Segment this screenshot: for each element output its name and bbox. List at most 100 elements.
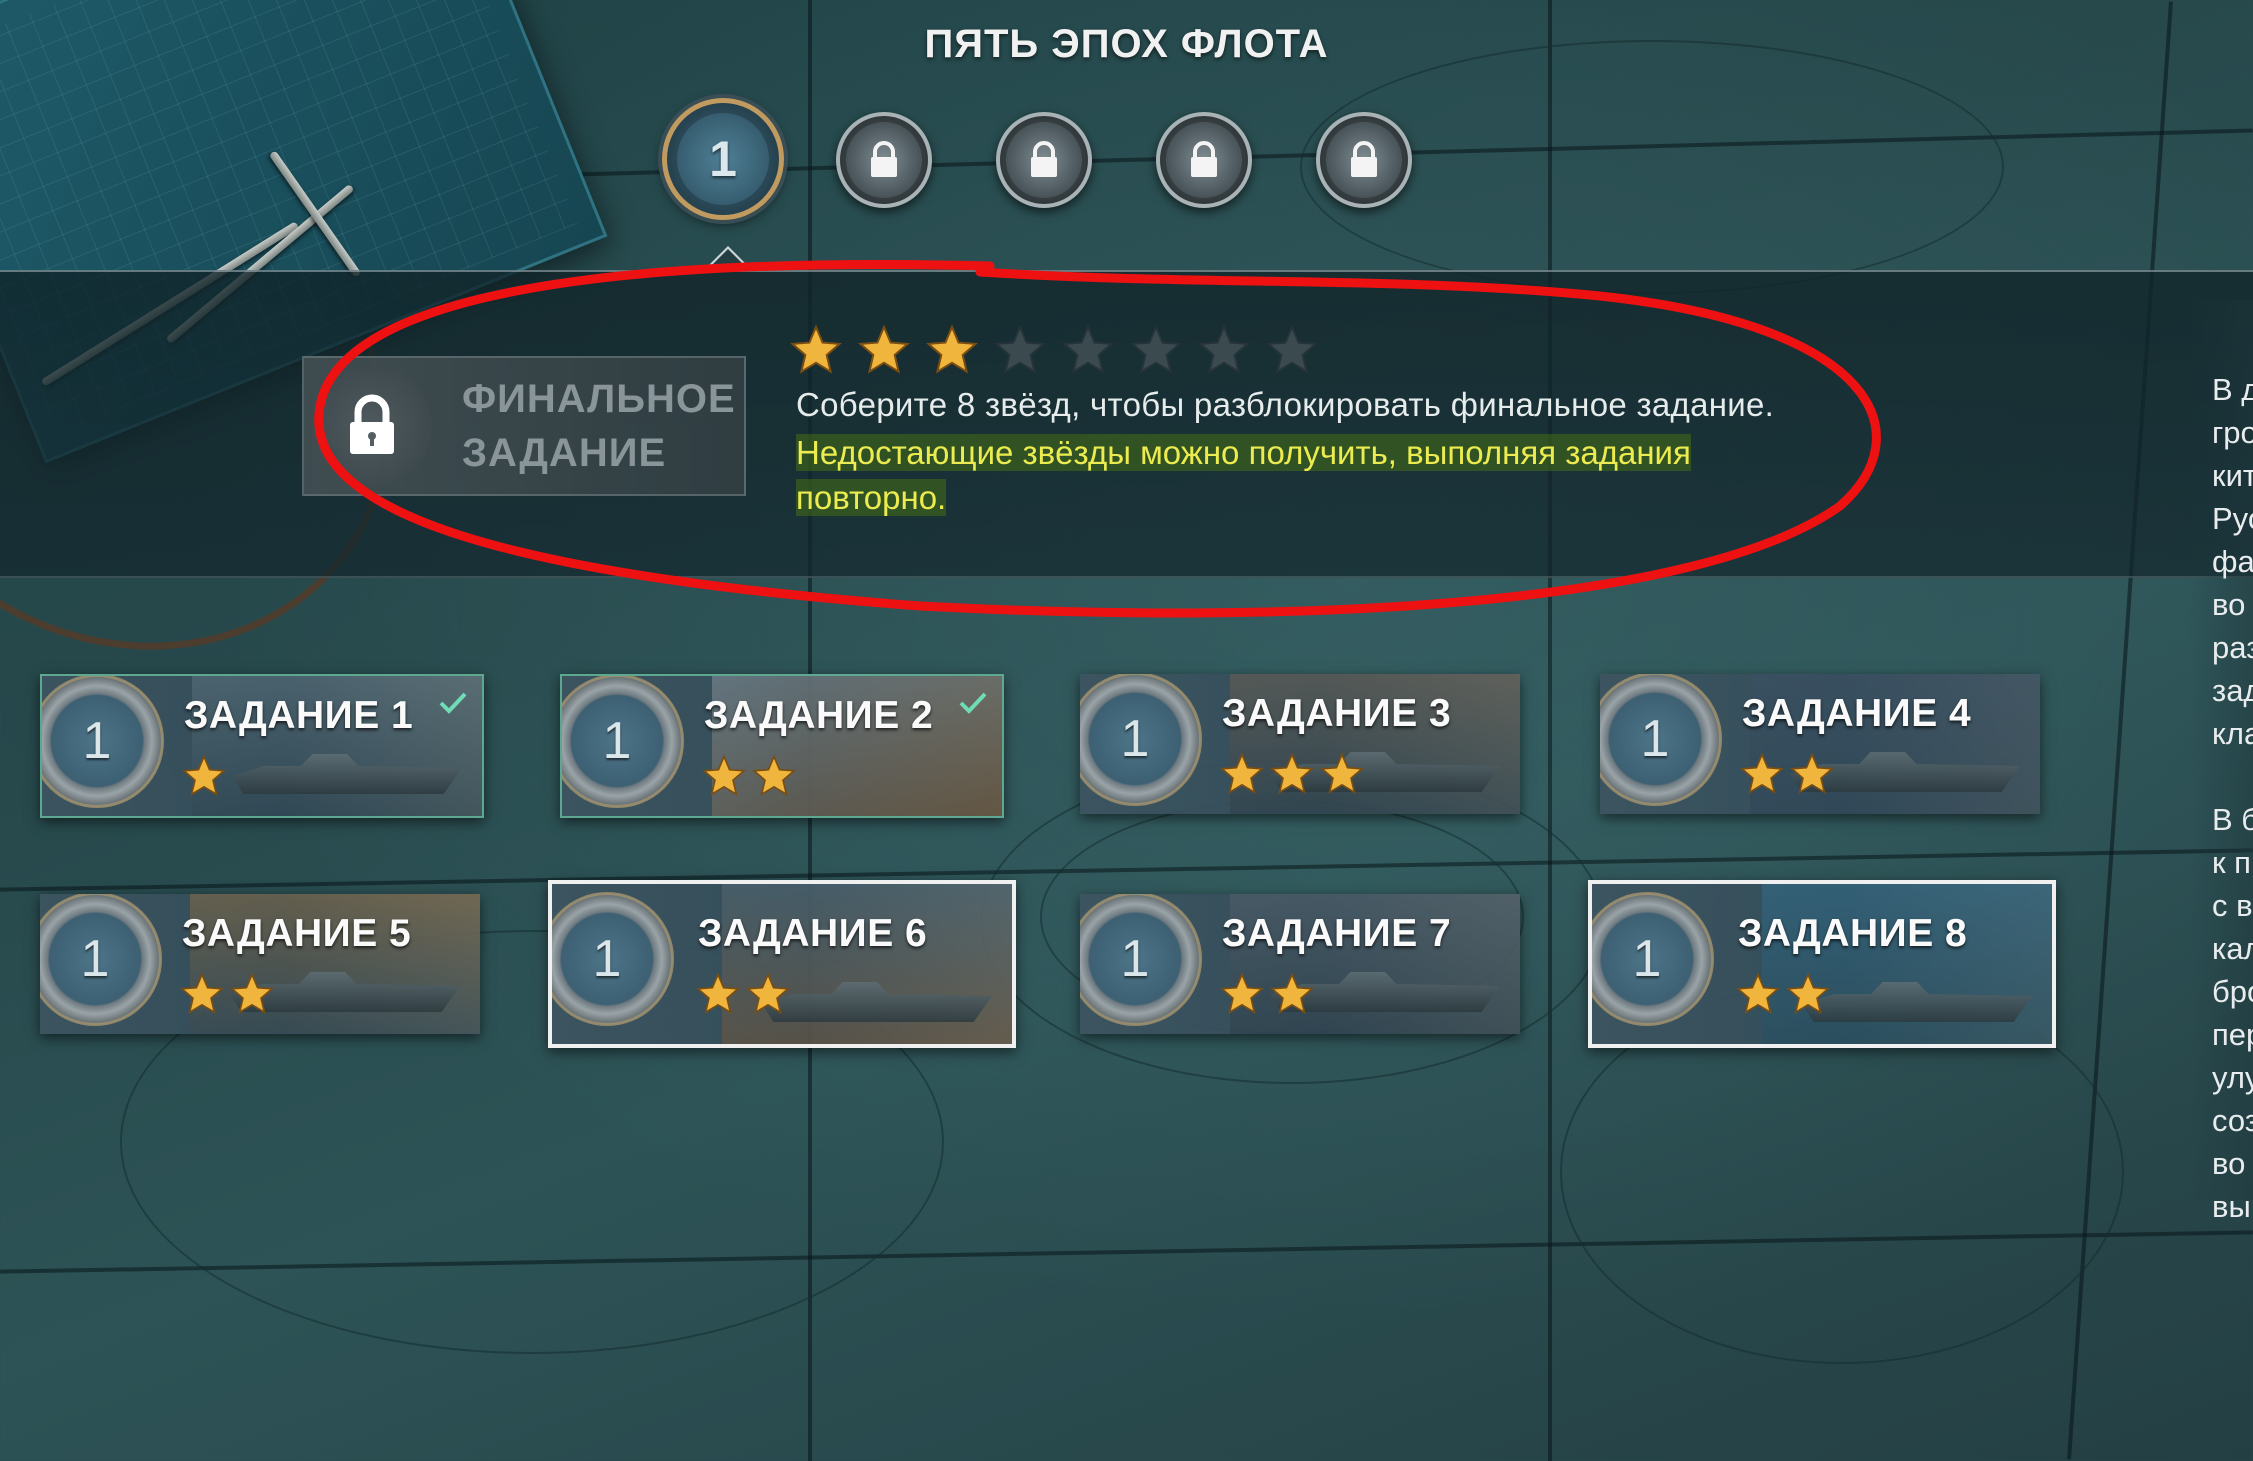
task-stars	[182, 754, 226, 798]
final-task-title-line1: ФИНАЛЬНОЕ	[462, 377, 736, 421]
lock-icon	[1191, 141, 1217, 177]
era-number: 1	[709, 131, 737, 187]
task-medal: 1	[1600, 674, 1722, 806]
task-stars	[180, 972, 274, 1016]
description-line: Рус	[2212, 501, 2253, 536]
task-card-4[interactable]: 1 ЗАДАНИЕ 4	[1600, 674, 2040, 814]
star-empty-icon	[1198, 324, 1250, 374]
task-medal-number: 1	[82, 712, 112, 770]
task-medal-number: 1	[80, 930, 110, 988]
ship-image	[232, 754, 462, 794]
description-line: зад	[2212, 673, 2253, 708]
star-filled-icon	[1786, 972, 1830, 1015]
final-task-description: Соберите 8 звёзд, чтобы разблокировать ф…	[796, 386, 1775, 423]
ship-image	[1802, 982, 2032, 1022]
star-filled-icon	[1320, 752, 1364, 795]
task-medal-number: 1	[602, 712, 632, 770]
star-empty-icon	[1130, 324, 1182, 374]
description-line: В д	[2212, 372, 2253, 407]
description-text: В д гро кит Рус фа во раз зад кла В б к п с в кал бр…	[2212, 368, 2253, 1271]
star-filled-icon	[702, 754, 746, 797]
star-filled-icon	[1740, 752, 1784, 795]
task-label: ЗАДАНИЕ 2	[704, 694, 934, 737]
description-paragraph-1: В д гро кит Рус фа во раз зад кла	[2212, 368, 2253, 755]
description-line: вы	[2212, 1189, 2251, 1224]
task-label: ЗАДАНИЕ 7	[1222, 912, 1452, 955]
check-icon	[959, 692, 987, 714]
description-line: с в	[2212, 888, 2253, 923]
task-medal: 1	[1080, 674, 1202, 806]
check-icon	[439, 692, 467, 714]
task-label: ЗАДАНИЕ 6	[698, 912, 928, 955]
task-scene	[1762, 884, 2052, 1044]
star-filled-icon	[926, 324, 978, 374]
era-4-button[interactable]	[1156, 112, 1252, 208]
final-task-button[interactable]: ФИНАЛЬНОЕ ЗАДАНИЕ	[302, 356, 746, 496]
star-filled-icon	[752, 754, 796, 797]
star-filled-icon	[790, 324, 842, 374]
task-medal: 1	[1592, 892, 1714, 1026]
task-medal-number: 1	[1120, 930, 1150, 988]
task-stars	[1220, 972, 1314, 1016]
task-card-8[interactable]: 1 ЗАДАНИЕ 8	[1588, 880, 2056, 1048]
description-line: раз	[2212, 630, 2253, 665]
description-line: бро	[2212, 974, 2253, 1009]
era-pointer-arrow	[706, 246, 750, 268]
era-2-button[interactable]	[836, 112, 932, 208]
description-line: во	[2212, 587, 2246, 622]
final-task-title-line2: ЗАДАНИЕ	[462, 431, 667, 475]
star-filled-icon	[1220, 752, 1264, 795]
task-card-3[interactable]: 1 ЗАДАНИЕ 3	[1080, 674, 1520, 814]
task-stars	[1736, 972, 1830, 1016]
final-task-hint: Недостающие звёзды можно получить, выпол…	[796, 430, 1776, 520]
star-filled-icon	[180, 972, 224, 1015]
description-line: к п	[2212, 845, 2251, 880]
task-card-1[interactable]: 1 ЗАДАНИЕ 1	[40, 674, 484, 818]
task-stars	[1220, 752, 1364, 796]
era-3-button[interactable]	[996, 112, 1092, 208]
description-line: кла	[2212, 716, 2253, 751]
task-medal-number: 1	[1640, 710, 1670, 768]
task-label: ЗАДАНИЕ 8	[1738, 912, 1968, 955]
star-filled-icon	[1790, 752, 1834, 795]
task-medal-number: 1	[1120, 710, 1150, 768]
star-filled-icon	[230, 972, 274, 1015]
description-line: улу	[2212, 1060, 2253, 1095]
description-line: пер	[2212, 1017, 2253, 1052]
task-medal: 1	[42, 676, 164, 808]
final-task-lock	[312, 366, 432, 486]
star-filled-icon	[1736, 972, 1780, 1015]
task-medal: 1	[562, 676, 684, 808]
star-filled-icon	[858, 324, 910, 374]
lock-icon	[871, 141, 897, 177]
era-1-button[interactable]: 1	[662, 98, 784, 220]
task-card-2[interactable]: 1 ЗАДАНИЕ 2	[560, 674, 1004, 818]
lock-icon	[350, 394, 394, 454]
task-card-7[interactable]: 1 ЗАДАНИЕ 7	[1080, 894, 1520, 1034]
description-line: соз	[2212, 1103, 2253, 1138]
star-empty-icon	[1062, 324, 1114, 374]
era-5-button[interactable]	[1316, 112, 1412, 208]
final-task-hint-text: Недостающие звёзды можно получить, выпол…	[796, 434, 1691, 516]
task-card-6[interactable]: 1 ЗАДАНИЕ 6	[548, 880, 1016, 1048]
lock-icon	[1351, 141, 1377, 177]
task-stars	[696, 972, 790, 1016]
star-empty-icon	[1266, 324, 1318, 374]
task-medal-number: 1	[592, 930, 622, 988]
task-medal: 1	[1080, 894, 1202, 1026]
description-line: гро	[2212, 415, 2253, 450]
final-task-stars	[790, 324, 1318, 376]
task-label: ЗАДАНИЕ 4	[1742, 692, 1972, 735]
era-selector: 1	[0, 92, 2253, 222]
star-filled-icon	[746, 972, 790, 1015]
star-filled-icon	[182, 754, 226, 797]
star-filled-icon	[1270, 972, 1314, 1015]
task-stars	[1740, 752, 1834, 796]
task-label: ЗАДАНИЕ 3	[1222, 692, 1452, 735]
task-card-5[interactable]: 1 ЗАДАНИЕ 5	[40, 894, 480, 1034]
lock-icon	[1031, 141, 1057, 177]
task-medal: 1	[552, 892, 674, 1026]
description-line: кал	[2212, 931, 2253, 966]
final-task-title: ФИНАЛЬНОЕ ЗАДАНИЕ	[462, 372, 736, 480]
task-scene	[722, 884, 1012, 1044]
